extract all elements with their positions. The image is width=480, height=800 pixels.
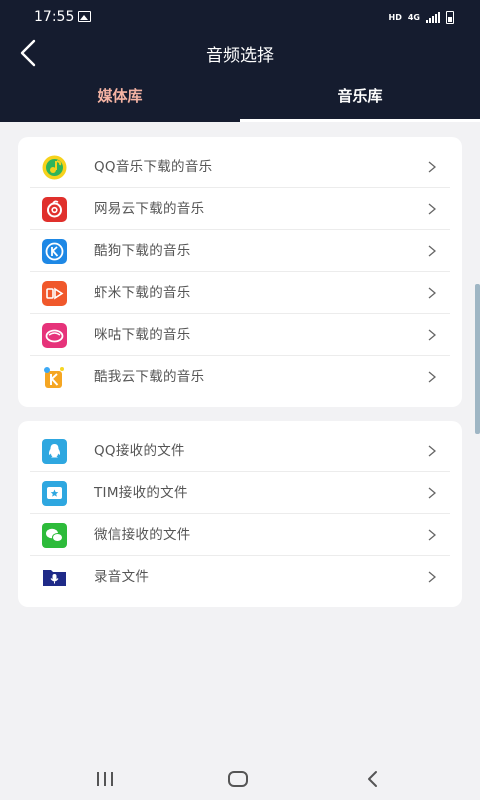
list-item-qq-music[interactable]: QQ音乐下载的音乐 (30, 146, 450, 188)
recent-apps-icon[interactable] (94, 770, 116, 788)
list-item-label: 酷我云下载的音乐 (94, 369, 205, 385)
scrollbar-thumb[interactable] (475, 284, 480, 434)
chevron-right-icon (428, 487, 436, 499)
system-navigation-bar (0, 756, 480, 800)
status-time: 17:55 (34, 9, 75, 25)
list-item-label: 微信接收的文件 (94, 527, 191, 543)
chevron-right-icon (428, 245, 436, 257)
chevron-right-icon (428, 287, 436, 299)
list-item-label: 咪咕下载的音乐 (94, 327, 191, 343)
list-item-label: QQ音乐下载的音乐 (94, 159, 213, 175)
hd-indicator: HD (388, 13, 402, 22)
list-item-label: 录音文件 (94, 569, 150, 585)
list-item-wechat-files[interactable]: 微信接收的文件 (30, 514, 450, 556)
kugou-icon (42, 239, 67, 264)
list-item-label: 酷狗下载的音乐 (94, 243, 191, 259)
qq-music-icon (42, 155, 67, 180)
list-item-xiami-music[interactable]: 虾米下载的音乐 (30, 272, 450, 314)
image-notification-icon (78, 11, 91, 22)
signal-icon (426, 12, 440, 23)
status-indicators: HD 4G (389, 11, 454, 24)
xiami-icon (42, 281, 67, 306)
list-item-label: 虾米下载的音乐 (94, 285, 191, 301)
tab-music-library[interactable]: 音乐库 (240, 76, 480, 120)
list-item-label: QQ接收的文件 (94, 443, 185, 459)
chevron-right-icon (428, 161, 436, 173)
qq-icon (42, 439, 67, 464)
chevron-right-icon (428, 203, 436, 215)
kuwo-icon (44, 367, 64, 388)
migu-icon (42, 323, 67, 348)
active-tab-indicator (240, 119, 480, 122)
app-header: 17:55 HD 4G 音频选择 媒体库 音乐库 (0, 0, 480, 122)
list-item-recordings[interactable]: 录音文件 (30, 556, 450, 598)
chevron-right-icon (428, 371, 436, 383)
home-icon[interactable] (227, 769, 249, 789)
list-item-migu-music[interactable]: 咪咕下载的音乐 (30, 314, 450, 356)
page-title: 音频选择 (206, 46, 274, 66)
list-item-qq-files[interactable]: QQ接收的文件 (30, 430, 450, 472)
tab-media-library[interactable]: 媒体库 (0, 76, 240, 120)
music-source-card: QQ音乐下载的音乐 网易云下载的音乐 酷狗下载的音乐 虾米下载的音乐 咪咕下载的… (18, 137, 462, 407)
list-item-kuwo-music[interactable]: 酷我云下载的音乐 (30, 356, 450, 398)
netease-cloud-music-icon (42, 197, 67, 222)
list-item-label: TIM接收的文件 (94, 485, 188, 501)
wechat-icon (42, 523, 67, 548)
status-bar: 17:55 HD 4G (0, 0, 480, 36)
list-item-netease-music[interactable]: 网易云下载的音乐 (30, 188, 450, 230)
recording-icon (43, 570, 66, 586)
list-item-tim-files[interactable]: TIM接收的文件 (30, 472, 450, 514)
system-back-icon[interactable] (364, 769, 382, 789)
chevron-right-icon (428, 329, 436, 341)
list-item-label: 网易云下载的音乐 (94, 201, 205, 217)
list-item-kugou-music[interactable]: 酷狗下载的音乐 (30, 230, 450, 272)
tim-icon (42, 481, 67, 506)
chevron-right-icon (428, 445, 436, 457)
network-indicator: 4G (407, 13, 420, 22)
battery-icon (446, 11, 454, 24)
file-source-card: QQ接收的文件 TIM接收的文件 微信接收的文件 录音文件 (18, 421, 462, 607)
chevron-right-icon (428, 529, 436, 541)
chevron-right-icon (428, 571, 436, 583)
